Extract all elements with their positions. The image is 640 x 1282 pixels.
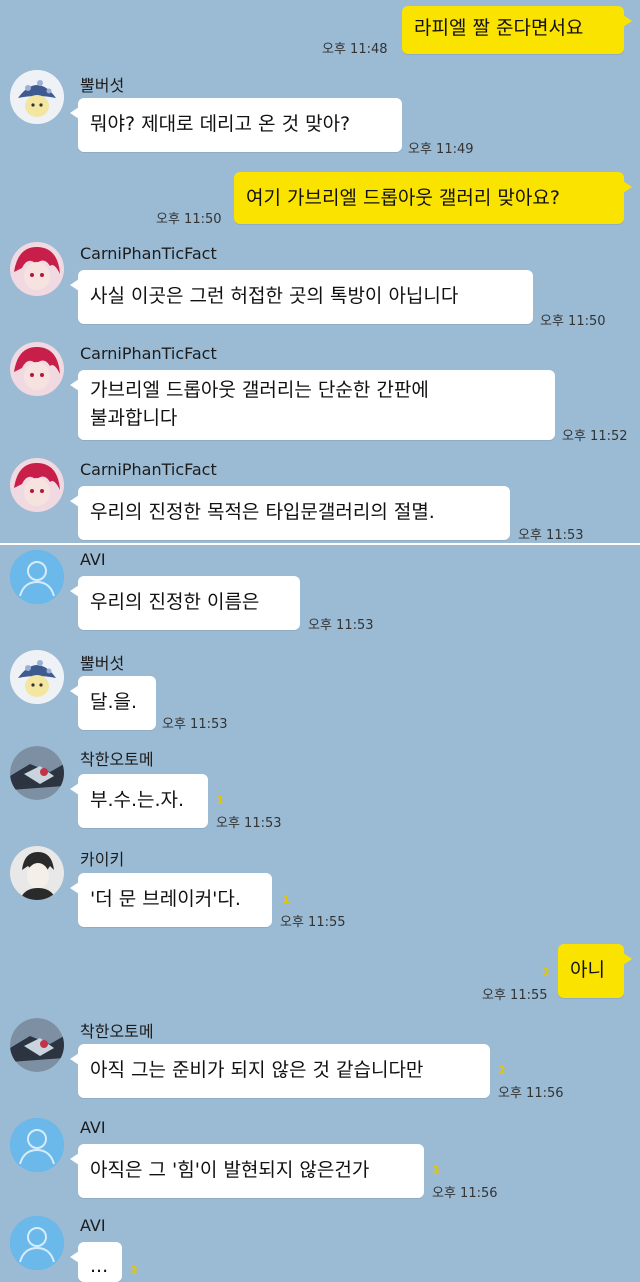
message-bubble[interactable]: 가브리엘 드롭아웃 갤러리는 단순한 간판에 불과합니다 [70, 370, 555, 440]
default-user-icon [10, 1118, 64, 1172]
message-text: 라피엘 짤 준다면서요 [414, 17, 584, 39]
message-bubble[interactable]: 우리의 진정한 이름은 [70, 576, 300, 630]
message-text: 아니 [570, 959, 605, 981]
sender-name: 뿔버섯 [80, 654, 125, 673]
sender-name: CarniPhanTicFact [80, 344, 217, 363]
unread-count: 2 [498, 1064, 506, 1077]
message-time: 오후 11:50 [540, 314, 606, 329]
message-bubble[interactable]: 우리의 진정한 목적은 타입문갤러리의 절멸. [70, 486, 510, 540]
character-avatar-icon [10, 846, 64, 900]
message-time: 오후 11:56 [432, 1186, 498, 1201]
sender-name: 카이키 [80, 850, 125, 869]
avatar-otome[interactable] [10, 1018, 64, 1072]
default-user-icon [10, 550, 64, 604]
sender-name: 착한오토메 [80, 750, 154, 769]
screenshot-seam-divider [0, 543, 640, 545]
mushroom-avatar-icon [10, 70, 64, 124]
mushroom-avatar-icon [10, 650, 64, 704]
message-bubble[interactable]: 사실 이곳은 그런 허접한 곳의 톡방이 아닙니다 [70, 270, 533, 324]
message-bubble[interactable]: 부.수.는.자. [70, 774, 208, 828]
avatar-kaiki[interactable] [10, 846, 64, 900]
message-time: 오후 11:56 [498, 1086, 564, 1101]
red-hair-avatar-icon [10, 242, 64, 296]
message-bubble[interactable]: 뭐야? 제대로 데리고 온 것 맞아? [70, 98, 402, 152]
message-time: 오후 11:49 [408, 142, 474, 157]
character-avatar-icon [10, 746, 64, 800]
avatar-carniphanticfact[interactable] [10, 458, 64, 512]
message-text: '더 문 브레이커'다. [90, 888, 241, 910]
message-text: ... [90, 1255, 109, 1277]
message-text-line: 불과합니다 [90, 407, 178, 429]
sender-name: AVI [80, 1216, 106, 1235]
sender-name: AVI [80, 1118, 106, 1137]
message-text: 아직은 그 '힘'이 발현되지 않은건가 [90, 1159, 370, 1181]
sender-name: AVI [80, 550, 106, 569]
default-user-icon [10, 1216, 64, 1270]
message-time: 오후 11:55 [280, 915, 346, 930]
message-bubble[interactable]: '더 문 브레이커'다. [70, 873, 272, 927]
message-text: 달.을. [90, 691, 138, 713]
message-time: 오후 11:53 [162, 717, 228, 732]
sender-name: CarniPhanTicFact [80, 244, 217, 263]
message-text: 우리의 진정한 이름은 [90, 591, 260, 613]
character-avatar-icon [10, 1018, 64, 1072]
sender-name: 뿔버섯 [80, 76, 125, 95]
unread-count: 1 [216, 794, 224, 807]
red-hair-avatar-icon [10, 342, 64, 396]
avatar-otome[interactable] [10, 746, 64, 800]
sender-name: 착한오토메 [80, 1022, 154, 1041]
avatar-default[interactable] [10, 550, 64, 604]
avatar-carniphanticfact[interactable] [10, 242, 64, 296]
avatar-default[interactable] [10, 1118, 64, 1172]
message-bubble-mine[interactable]: 라피엘 짤 준다면서요 [402, 6, 632, 54]
message-time: 오후 11:50 [156, 212, 222, 227]
avatar-mushroom[interactable] [10, 70, 64, 124]
message-time: 오후 11:53 [308, 618, 374, 633]
message-time: 오후 11:53 [216, 816, 282, 831]
avatar-default[interactable] [10, 1216, 64, 1270]
message-text: 여기 가브리엘 드롭아웃 갤러리 맞아요? [246, 187, 560, 209]
message-text: 아직 그는 준비가 되지 않은 것 같습니다만 [90, 1059, 424, 1081]
message-bubble[interactable]: 아직은 그 '힘'이 발현되지 않은건가 [70, 1144, 424, 1198]
avatar-mushroom[interactable] [10, 650, 64, 704]
message-bubble-mine[interactable]: 아니 [558, 944, 632, 998]
message-bubble[interactable]: 아직 그는 준비가 되지 않은 것 같습니다만 [70, 1044, 490, 1098]
unread-count: 3 [130, 1264, 138, 1277]
message-time: 오후 11:55 [482, 988, 548, 1003]
unread-count: 2 [542, 966, 550, 979]
message-time: 오후 11:53 [518, 528, 584, 543]
message-bubble[interactable]: ... [70, 1242, 122, 1282]
red-hair-avatar-icon [10, 458, 64, 512]
message-time: 오후 11:52 [562, 429, 628, 444]
message-bubble-mine[interactable]: 여기 가브리엘 드롭아웃 갤러리 맞아요? [234, 172, 632, 224]
unread-count: 3 [432, 1164, 440, 1177]
unread-count: 1 [282, 893, 290, 906]
message-text: 사실 이곳은 그런 허접한 곳의 톡방이 아닙니다 [90, 285, 459, 307]
message-text-line: 가브리엘 드롭아웃 갤러리는 단순한 간판에 [90, 379, 429, 401]
message-time: 오후 11:48 [322, 42, 388, 57]
sender-name: CarniPhanTicFact [80, 460, 217, 479]
message-text: 뭐야? 제대로 데리고 온 것 맞아? [90, 113, 351, 135]
message-bubble[interactable]: 달.을. [70, 676, 156, 730]
message-text: 우리의 진정한 목적은 타입문갤러리의 절멸. [90, 501, 435, 523]
avatar-carniphanticfact[interactable] [10, 342, 64, 396]
message-text: 부.수.는.자. [90, 789, 185, 811]
